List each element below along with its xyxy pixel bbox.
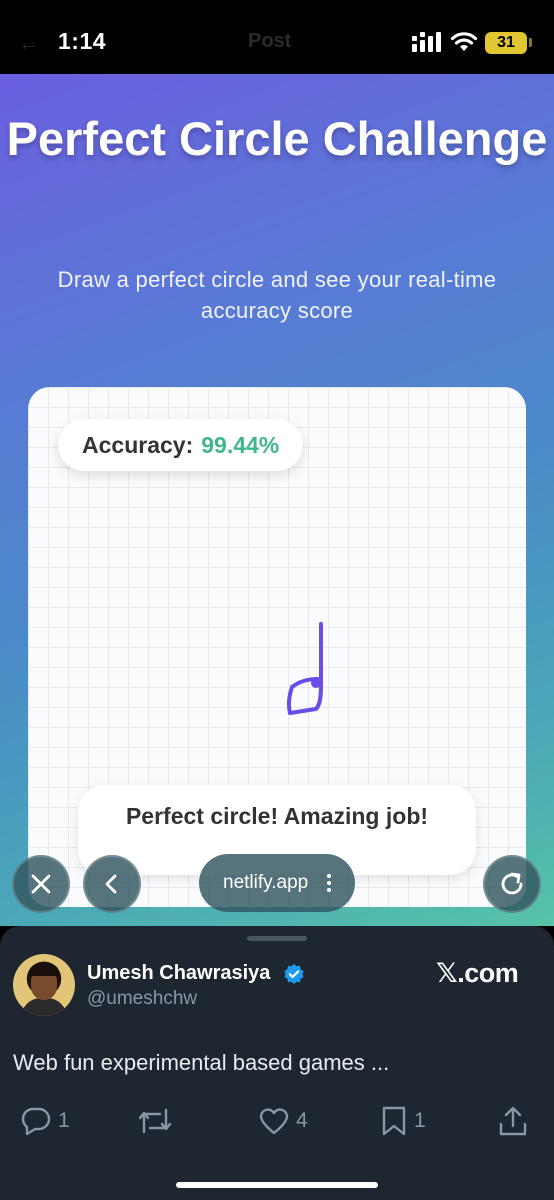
bookmark-count: 1 xyxy=(414,1109,426,1132)
home-indicator[interactable] xyxy=(176,1182,378,1188)
bookmark-action[interactable]: 1 xyxy=(380,1106,426,1136)
bookmark-icon xyxy=(382,1106,406,1136)
share-action[interactable] xyxy=(497,1106,529,1136)
reload-icon xyxy=(501,872,523,895)
reply-count: 1 xyxy=(58,1109,70,1132)
cellular-signal-icon xyxy=(412,32,441,52)
battery-indicator: 31 xyxy=(485,32,527,54)
close-icon xyxy=(31,874,51,894)
heart-icon xyxy=(259,1108,289,1135)
battery-nub xyxy=(529,38,532,47)
close-button[interactable] xyxy=(12,855,70,913)
webpage: Perfect Circle Challenge Draw a perfect … xyxy=(0,74,554,926)
reply-icon xyxy=(21,1107,51,1136)
avatar[interactable] xyxy=(13,954,75,1016)
tweet-text: Web fun experimental based games ... xyxy=(13,1050,390,1075)
url-text: netlify.app xyxy=(223,872,309,893)
background-page-title: Post xyxy=(248,30,292,52)
tweet-sheet: Umesh Chawrasiya @umeshchw 𝕏.com Web fun… xyxy=(0,926,554,1200)
drawing-canvas[interactable]: Accuracy: 99.44% Perfect circle! Amazing… xyxy=(28,387,526,907)
x-com-link[interactable]: 𝕏.com xyxy=(436,958,519,989)
sheet-grabber[interactable] xyxy=(247,936,307,941)
page-title: Perfect Circle Challenge xyxy=(6,112,548,165)
chevron-left-icon xyxy=(105,874,117,894)
reload-button[interactable] xyxy=(483,855,541,913)
author-handle[interactable]: @umeshchw xyxy=(87,988,197,1010)
verified-badge-icon xyxy=(284,964,304,984)
url-bar[interactable]: netlify.app xyxy=(199,854,355,912)
avatar-hair xyxy=(29,964,59,976)
like-count: 4 xyxy=(296,1109,308,1132)
retweet-icon xyxy=(138,1108,172,1134)
status-bar: ← 1:14 Post 31 xyxy=(0,0,554,74)
like-action[interactable]: 4 xyxy=(258,1106,308,1136)
avatar-body xyxy=(21,998,67,1016)
retweet-action[interactable] xyxy=(136,1106,180,1136)
back-button[interactable] xyxy=(83,855,141,913)
reply-action[interactable]: 1 xyxy=(20,1106,70,1136)
ghost-back-arrow-icon: ← xyxy=(18,30,40,55)
share-icon xyxy=(499,1106,527,1136)
author-name[interactable]: Umesh Chawrasiya xyxy=(87,962,270,985)
status-time: 1:14 xyxy=(58,28,107,54)
more-vertical-icon[interactable] xyxy=(327,874,331,892)
tweet-actions: 1 4 1 xyxy=(0,1106,554,1140)
page-subtitle: Draw a perfect circle and see your real-… xyxy=(57,267,497,323)
wifi-icon xyxy=(450,32,478,51)
